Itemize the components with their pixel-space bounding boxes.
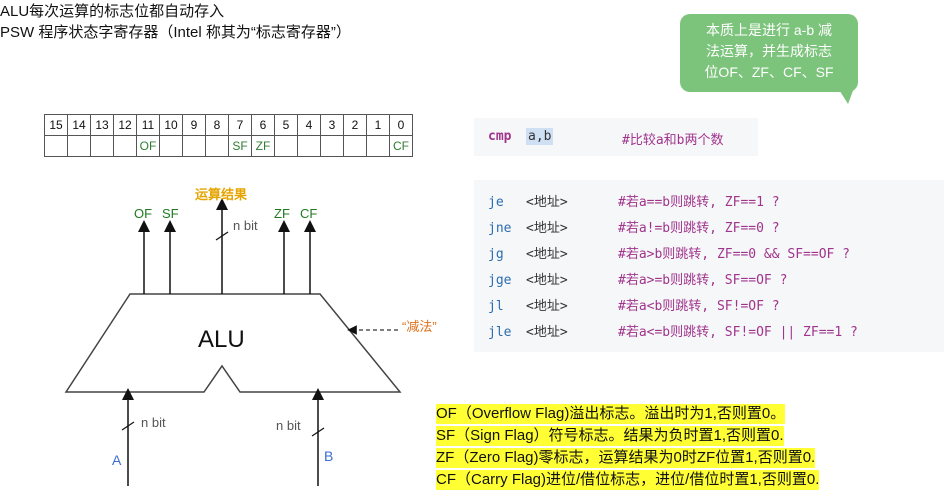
input-a-label: A (112, 452, 122, 468)
subtract-label: “减法” (402, 319, 437, 334)
nbit-output-label: n bit (233, 218, 258, 233)
alu-label: ALU (198, 326, 245, 353)
sf-label: SF (162, 206, 179, 221)
cf-label: CF (300, 206, 318, 221)
nbit-b-label: n bit (276, 418, 301, 433)
of-label: OF (134, 206, 153, 221)
zf-label: ZF (274, 206, 290, 221)
nbit-a-label: n bit (141, 415, 166, 430)
result-label: 运算结果 (195, 187, 248, 202)
input-b-label: B (324, 448, 334, 464)
